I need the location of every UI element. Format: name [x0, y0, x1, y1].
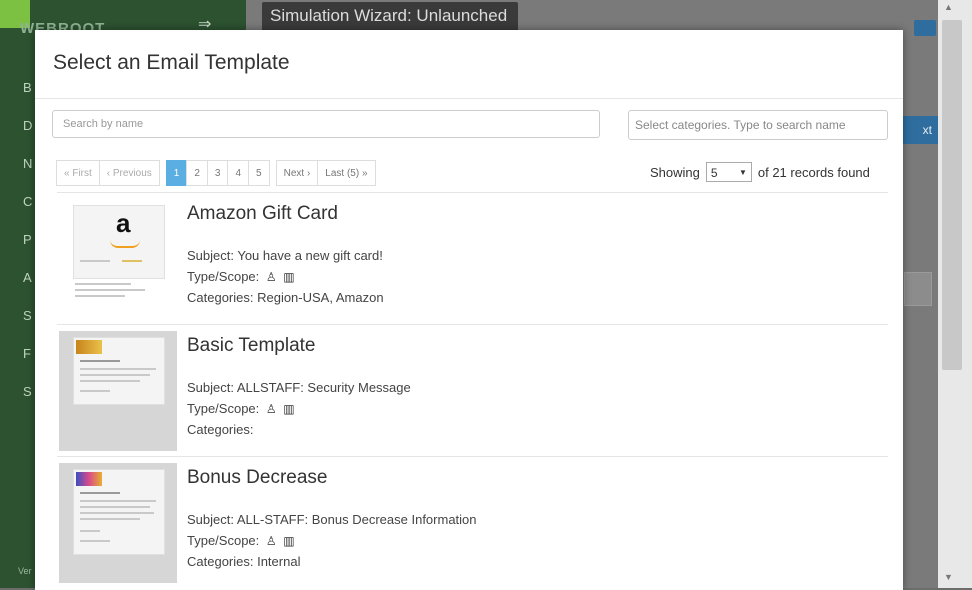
- scrollbar-thumb[interactable]: [942, 20, 962, 370]
- building-icon: ▥: [283, 270, 295, 284]
- search-input[interactable]: [52, 110, 600, 138]
- previous-page-button[interactable]: ‹ Previous: [98, 160, 160, 186]
- template-row[interactable]: Basic Template Subject: ALLSTAFF: Securi…: [57, 324, 888, 456]
- template-subject: Subject: ALL-STAFF: Bonus Decrease Infor…: [187, 512, 477, 527]
- page-button-4[interactable]: 4: [227, 160, 250, 186]
- thumb-line: [80, 380, 140, 382]
- thumb-line: [75, 289, 145, 291]
- user-lock-icon: ♙: [265, 402, 277, 416]
- version-label: Ver: [18, 566, 32, 576]
- page-scrollbar[interactable]: ▲ ▼: [938, 0, 972, 588]
- last-page-button[interactable]: Last (5) »: [317, 160, 376, 186]
- template-type-scope: Type/Scope: ♙ ▥: [187, 533, 295, 548]
- thumb-line: [80, 518, 140, 520]
- thumbnail-header-image: [76, 472, 102, 486]
- mail-icon[interactable]: [914, 20, 936, 36]
- thumb-line: [80, 500, 156, 502]
- template-thumbnail[interactable]: [59, 463, 177, 583]
- thumb-line: [80, 492, 120, 494]
- template-row[interactable]: a Amazon Gift Card Subject: You have a n…: [57, 192, 888, 324]
- template-subject: Subject: ALLSTAFF: Security Message: [187, 380, 411, 395]
- sidebar-item[interactable]: P: [23, 232, 32, 247]
- thumb-line: [80, 390, 110, 392]
- page-button-3[interactable]: 3: [206, 160, 229, 186]
- per-page-select[interactable]: 5 ▼: [705, 162, 752, 182]
- user-lock-icon: ♙: [265, 534, 277, 548]
- thumb-line: [122, 260, 142, 262]
- thumbnail-page: a: [73, 205, 165, 279]
- template-categories: Categories: Internal: [187, 554, 301, 569]
- thumb-line: [80, 374, 150, 376]
- template-type-scope: Type/Scope: ♙ ▥: [187, 269, 295, 284]
- next-page-button[interactable]: Next ›: [275, 160, 319, 186]
- type-scope-label: Type/Scope:: [187, 401, 260, 416]
- thumb-line: [75, 283, 131, 285]
- template-subject: Subject: You have a new gift card!: [187, 248, 383, 263]
- sidebar-item[interactable]: N: [23, 156, 32, 171]
- modal-title: Select an Email Template: [53, 51, 290, 74]
- building-icon: ▥: [283, 534, 295, 548]
- thumbnail-page: [73, 469, 165, 555]
- amazon-logo: a: [116, 208, 131, 238]
- page-button-2[interactable]: 2: [186, 160, 208, 186]
- sidebar-item[interactable]: B: [23, 80, 32, 95]
- user-lock-icon: ♙: [265, 270, 277, 284]
- template-title[interactable]: Basic Template: [187, 335, 316, 357]
- template-title[interactable]: Amazon Gift Card: [187, 203, 338, 225]
- thumbnail-page: [73, 337, 165, 405]
- records-found-label: of 21 records found: [757, 164, 870, 180]
- showing-label: Showing: [650, 164, 700, 180]
- pagination: « First ‹ Previous 1 2 3 4 5 Next › Last…: [56, 160, 376, 186]
- scroll-up-icon[interactable]: ▲: [944, 2, 953, 12]
- chevron-down-icon: ▼: [738, 168, 747, 177]
- building-icon: ▥: [283, 402, 295, 416]
- sidebar-item[interactable]: F: [23, 346, 31, 361]
- page-button-5[interactable]: 5: [248, 160, 270, 186]
- template-row[interactable]: Bonus Decrease Subject: ALL-STAFF: Bonus…: [57, 456, 888, 588]
- sidebar-item[interactable]: A: [23, 270, 32, 285]
- thumb-line: [80, 506, 150, 508]
- next-button[interactable]: xt: [898, 116, 938, 144]
- template-title[interactable]: Bonus Decrease: [187, 467, 327, 489]
- template-list: a Amazon Gift Card Subject: You have a n…: [57, 192, 888, 588]
- template-thumbnail[interactable]: a: [59, 199, 177, 319]
- first-page-button[interactable]: « First: [56, 160, 100, 186]
- category-filter-input[interactable]: [628, 110, 888, 140]
- type-scope-label: Type/Scope:: [187, 533, 260, 548]
- thumb-line: [80, 530, 100, 532]
- page-button-1[interactable]: 1: [165, 160, 188, 186]
- thumb-line: [80, 360, 120, 362]
- sidebar-item[interactable]: D: [23, 118, 32, 133]
- thumb-line: [80, 512, 154, 514]
- record-count: Showing 5 ▼ of 21 records found: [650, 162, 870, 182]
- wizard-title: Simulation Wizard: Unlaunched: [262, 2, 518, 32]
- scroll-down-icon[interactable]: ▼: [944, 572, 953, 582]
- type-scope-label: Type/Scope:: [187, 269, 260, 284]
- thumbnail-header-image: [76, 340, 102, 354]
- sidebar-item[interactable]: S: [23, 308, 32, 323]
- template-thumbnail[interactable]: [59, 331, 177, 451]
- thumb-line: [80, 368, 156, 370]
- thumb-line: [75, 295, 125, 297]
- sidebar-item[interactable]: C: [23, 194, 32, 209]
- sidebar-item[interactable]: S: [23, 384, 32, 399]
- template-categories: Categories:: [187, 422, 254, 437]
- amazon-smile-icon: [110, 240, 140, 248]
- modal-header: Select an Email Template: [35, 30, 903, 99]
- side-widget: [904, 272, 932, 306]
- thumb-line: [80, 540, 110, 542]
- template-type-scope: Type/Scope: ♙ ▥: [187, 401, 295, 416]
- email-template-modal: Select an Email Template « First ‹ Previ…: [35, 30, 903, 590]
- per-page-value: 5: [710, 166, 718, 180]
- thumb-line: [80, 260, 110, 262]
- template-categories: Categories: Region-USA, Amazon: [187, 290, 384, 305]
